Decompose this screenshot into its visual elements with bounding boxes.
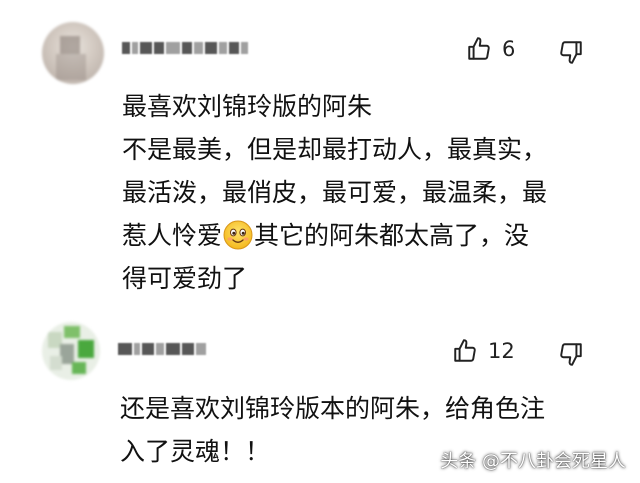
dislike-button[interactable] <box>558 39 584 65</box>
like-count: 12 <box>488 339 515 363</box>
thumbs-down-icon <box>558 39 584 65</box>
comment-line: 惹人怜爱 其它的阿朱都太高了，没 <box>122 220 547 251</box>
watermark: 头条 @不八卦会死星人 <box>440 451 626 472</box>
like-count: 6 <box>502 37 516 61</box>
comment-line: 不是最美，但是却最打动人，最真实， <box>122 135 548 164</box>
thumbs-down-icon <box>558 341 584 367</box>
comment-text: 最喜欢刘锦玲版的阿朱 不是最美，但是却最打动人，最真实， 最活泼，最俏皮，最可爱… <box>122 91 547 294</box>
dislike-button[interactable] <box>558 341 584 367</box>
smiling-face-emoji <box>223 220 253 250</box>
comment-line: 最喜欢刘锦玲版的阿朱 <box>122 92 373 121</box>
avatar[interactable] <box>42 22 104 84</box>
username-blurred[interactable] <box>122 40 248 56</box>
comment-line: 最活泼，最俏皮，最可爱，最温柔，最 <box>122 178 548 207</box>
comment-line: 得可爱劲了 <box>122 264 248 293</box>
comment-line: 还是喜欢刘锦玲版本的阿朱，给角色注 <box>120 394 546 423</box>
thumbs-up-icon <box>452 338 478 364</box>
like-button[interactable]: 12 <box>452 338 515 364</box>
username-blurred[interactable] <box>118 341 206 357</box>
avatar[interactable] <box>42 322 100 380</box>
like-button[interactable]: 6 <box>466 36 515 62</box>
comment-line-part: 惹人怜爱 <box>122 221 223 250</box>
comment-line-part: 其它的阿朱都太高了，没 <box>254 221 530 250</box>
thumbs-up-icon <box>466 36 492 62</box>
